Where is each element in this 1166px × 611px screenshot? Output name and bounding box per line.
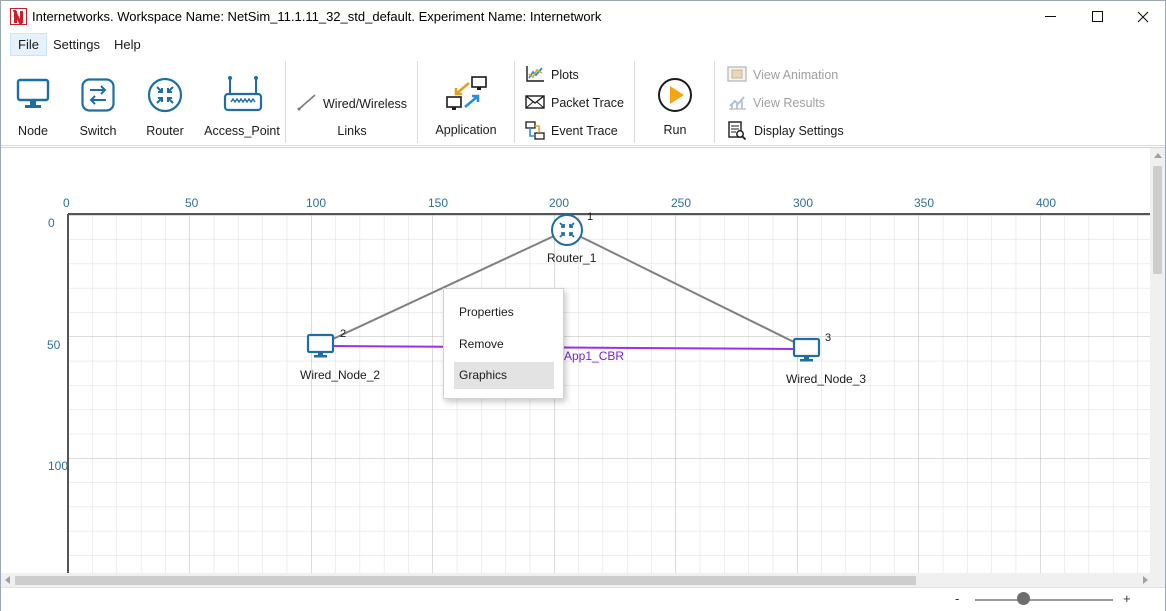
menu-settings[interactable]: Settings (46, 33, 107, 56)
x-axis-tick: 200 (549, 196, 570, 210)
zoom-in-button[interactable]: + (1123, 591, 1131, 606)
wired-node-2-label: Wired_Node_2 (300, 368, 381, 382)
router-tool-button[interactable]: Router (140, 57, 190, 143)
maximize-button[interactable] (1074, 1, 1120, 32)
ribbon-separator (417, 61, 418, 143)
ribbon-separator (285, 61, 286, 143)
wired-wireless-label: Wired/Wireless (323, 97, 408, 111)
wired-node-2-id-label: 2 (340, 328, 347, 340)
view-results-button[interactable]: View Results (727, 93, 847, 113)
ribbon-toolbar: Node Switch Router Access_Point Wired/Wi… (1, 57, 1165, 146)
ribbon-separator (714, 61, 715, 143)
view-animation-button[interactable]: View Animation (727, 65, 847, 85)
node-tool-label: Node (18, 124, 48, 138)
context-menu-properties[interactable]: Properties (454, 299, 554, 326)
y-axis-tick: 100 (48, 459, 69, 473)
x-axis-tick: 400 (1036, 196, 1057, 210)
x-axis-tick: 150 (428, 196, 449, 210)
horizontal-scroll-thumb[interactable] (15, 576, 916, 585)
context-menu-graphics[interactable]: Graphics (454, 362, 554, 389)
zoom-slider-thumb[interactable] (1016, 592, 1030, 605)
switch-tool-label: Switch (79, 124, 117, 138)
ribbon-separator (634, 61, 635, 143)
maximize-icon (1091, 11, 1103, 22)
desktop-icon (16, 78, 50, 108)
application-icon (446, 76, 487, 110)
ribbon-separator (514, 61, 515, 143)
x-axis-tick: 0 (63, 196, 70, 210)
x-axis-tick: 50 (185, 196, 199, 210)
results-chart-icon (729, 96, 746, 110)
wired-node-3-label: Wired_Node_3 (786, 372, 867, 386)
router-id-label: 1 (587, 211, 594, 223)
router-name-label: Router_1 (547, 251, 597, 265)
plots-button[interactable]: Plots (525, 65, 625, 85)
x-axis-tick: 250 (671, 196, 692, 210)
event-trace-button[interactable]: Event Trace (525, 121, 625, 141)
x-axis-tick: 100 (306, 196, 327, 210)
y-axis-tick: 0 (48, 216, 55, 230)
switch-icon (81, 78, 115, 112)
app-window: Internetworks. Workspace Name: NetSim_11… (0, 0, 1166, 611)
router-icon (147, 77, 183, 113)
display-settings-label: Display Settings (754, 124, 844, 138)
application-tool-label: Application (435, 123, 497, 137)
x-axis-tick: 350 (914, 196, 935, 210)
switch-tool-button[interactable]: Switch (73, 57, 123, 143)
event-trace-label: Event Trace (551, 124, 618, 138)
view-results-label: View Results (753, 96, 826, 110)
y-axis-tick: 50 (47, 338, 61, 352)
menu-bar: File Settings Help (1, 32, 1165, 57)
network-design-canvas[interactable]: 0 50 100 150 200 250 300 350 400 0 50 10… (1, 147, 1165, 588)
window-title: Internetworks. Workspace Name: NetSim_11… (32, 9, 602, 24)
close-button[interactable] (1120, 1, 1166, 32)
packet-trace-icon (525, 95, 545, 109)
title-bar: Internetworks. Workspace Name: NetSim_11… (1, 1, 1165, 32)
scroll-left-icon[interactable] (5, 576, 10, 584)
display-settings-icon (728, 121, 747, 141)
access-point-tool-label: Access_Point (204, 124, 280, 138)
node-tool-button[interactable]: Node (9, 57, 57, 143)
view-animation-label: View Animation (753, 68, 839, 82)
animation-icon (727, 66, 747, 82)
router-device-icon[interactable] (551, 214, 583, 246)
router-tool-label: Router (146, 124, 184, 138)
scroll-right-icon[interactable] (1143, 576, 1148, 584)
application-tool-button[interactable]: Application (426, 57, 506, 143)
access-point-icon (223, 76, 263, 112)
run-button[interactable]: Run (647, 57, 703, 143)
context-menu-remove[interactable]: Remove (454, 331, 554, 358)
display-settings-button[interactable]: Display Settings (727, 121, 857, 141)
horizontal-scrollbar[interactable] (1, 573, 1165, 588)
close-icon (1137, 11, 1149, 22)
status-bar: - + (1, 587, 1165, 611)
vertical-scroll-thumb[interactable] (1153, 166, 1162, 274)
scroll-up-icon[interactable] (1154, 153, 1162, 158)
packet-trace-label: Packet Trace (551, 96, 624, 110)
zoom-out-button[interactable]: - (955, 591, 959, 606)
minimize-icon (1044, 16, 1056, 17)
access-point-tool-button[interactable]: Access_Point (204, 57, 280, 143)
event-trace-icon (525, 121, 545, 140)
packet-trace-button[interactable]: Packet Trace (525, 93, 625, 113)
vertical-scrollbar[interactable] (1150, 148, 1165, 573)
menu-help[interactable]: Help (107, 33, 148, 56)
zoom-slider-track[interactable] (975, 599, 1113, 601)
plots-label: Plots (551, 68, 579, 82)
play-icon (658, 78, 692, 112)
plots-icon (526, 66, 544, 82)
netsim-logo-icon (10, 8, 27, 25)
minimize-button[interactable] (1027, 1, 1073, 32)
application-flow-label: App1_CBR (564, 349, 625, 363)
link-line-icon (297, 94, 316, 111)
x-axis-tick: 300 (793, 196, 814, 210)
menu-file[interactable]: File (10, 33, 47, 56)
wired-node-3-id-label: 3 (825, 332, 832, 344)
links-tool-button[interactable]: Wired/Wireless Links (291, 57, 413, 143)
links-tool-label: Links (337, 124, 367, 138)
run-label: Run (663, 123, 687, 137)
context-menu: Properties Remove Graphics (443, 288, 564, 399)
